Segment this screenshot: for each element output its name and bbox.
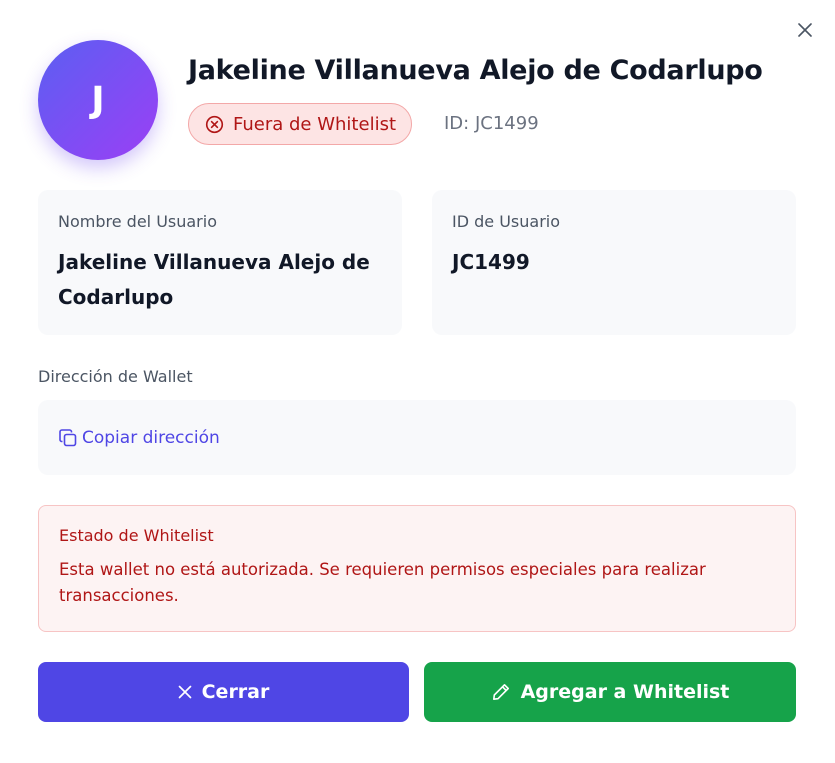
copy-address-label: Copiar dirección	[82, 427, 220, 448]
userid-card: ID de Usuario JC1499	[432, 190, 796, 335]
username-value: Jakeline Villanueva Alejo de Codarlupo	[58, 250, 370, 309]
avatar-initial: J	[91, 79, 105, 121]
username-label: Nombre del Usuario	[58, 212, 217, 231]
copy-icon	[58, 428, 78, 448]
status-badge: Fuera de Whitelist	[188, 103, 413, 145]
whitelist-status-alert: Estado de Whitelist Esta wallet no está …	[38, 505, 796, 632]
userid-value: JC1499	[452, 250, 530, 274]
x-icon	[178, 685, 192, 699]
x-circle-icon	[205, 115, 224, 134]
close-button-label: Cerrar	[201, 681, 270, 703]
wallet-address-label: Dirección de Wallet	[38, 367, 193, 386]
copy-address-link[interactable]: Copiar dirección	[58, 428, 220, 448]
avatar: J	[38, 40, 158, 160]
username-card: Nombre del Usuario Jakeline Villanueva A…	[38, 190, 402, 335]
alert-text: Esta wallet no está autorizada. Se requi…	[59, 560, 706, 605]
close-button[interactable]: Cerrar	[38, 662, 409, 722]
pencil-icon	[491, 682, 511, 702]
header-user-id: ID: JC1499	[444, 113, 539, 134]
user-detail-modal: J Jakeline Villanueva Alejo de Codarlupo…	[0, 0, 835, 763]
alert-title: Estado de Whitelist	[59, 526, 214, 545]
status-badge-label: Fuera de Whitelist	[233, 113, 397, 135]
close-icon	[798, 23, 812, 37]
page-title: Jakeline Villanueva Alejo de Codarlupo	[188, 55, 763, 86]
modal-close-button[interactable]	[795, 20, 815, 40]
userid-label: ID de Usuario	[452, 212, 561, 231]
add-to-whitelist-label: Agregar a Whitelist	[520, 681, 730, 703]
add-to-whitelist-button[interactable]: Agregar a Whitelist	[424, 662, 796, 722]
wallet-address-box: Copiar dirección	[38, 400, 796, 475]
